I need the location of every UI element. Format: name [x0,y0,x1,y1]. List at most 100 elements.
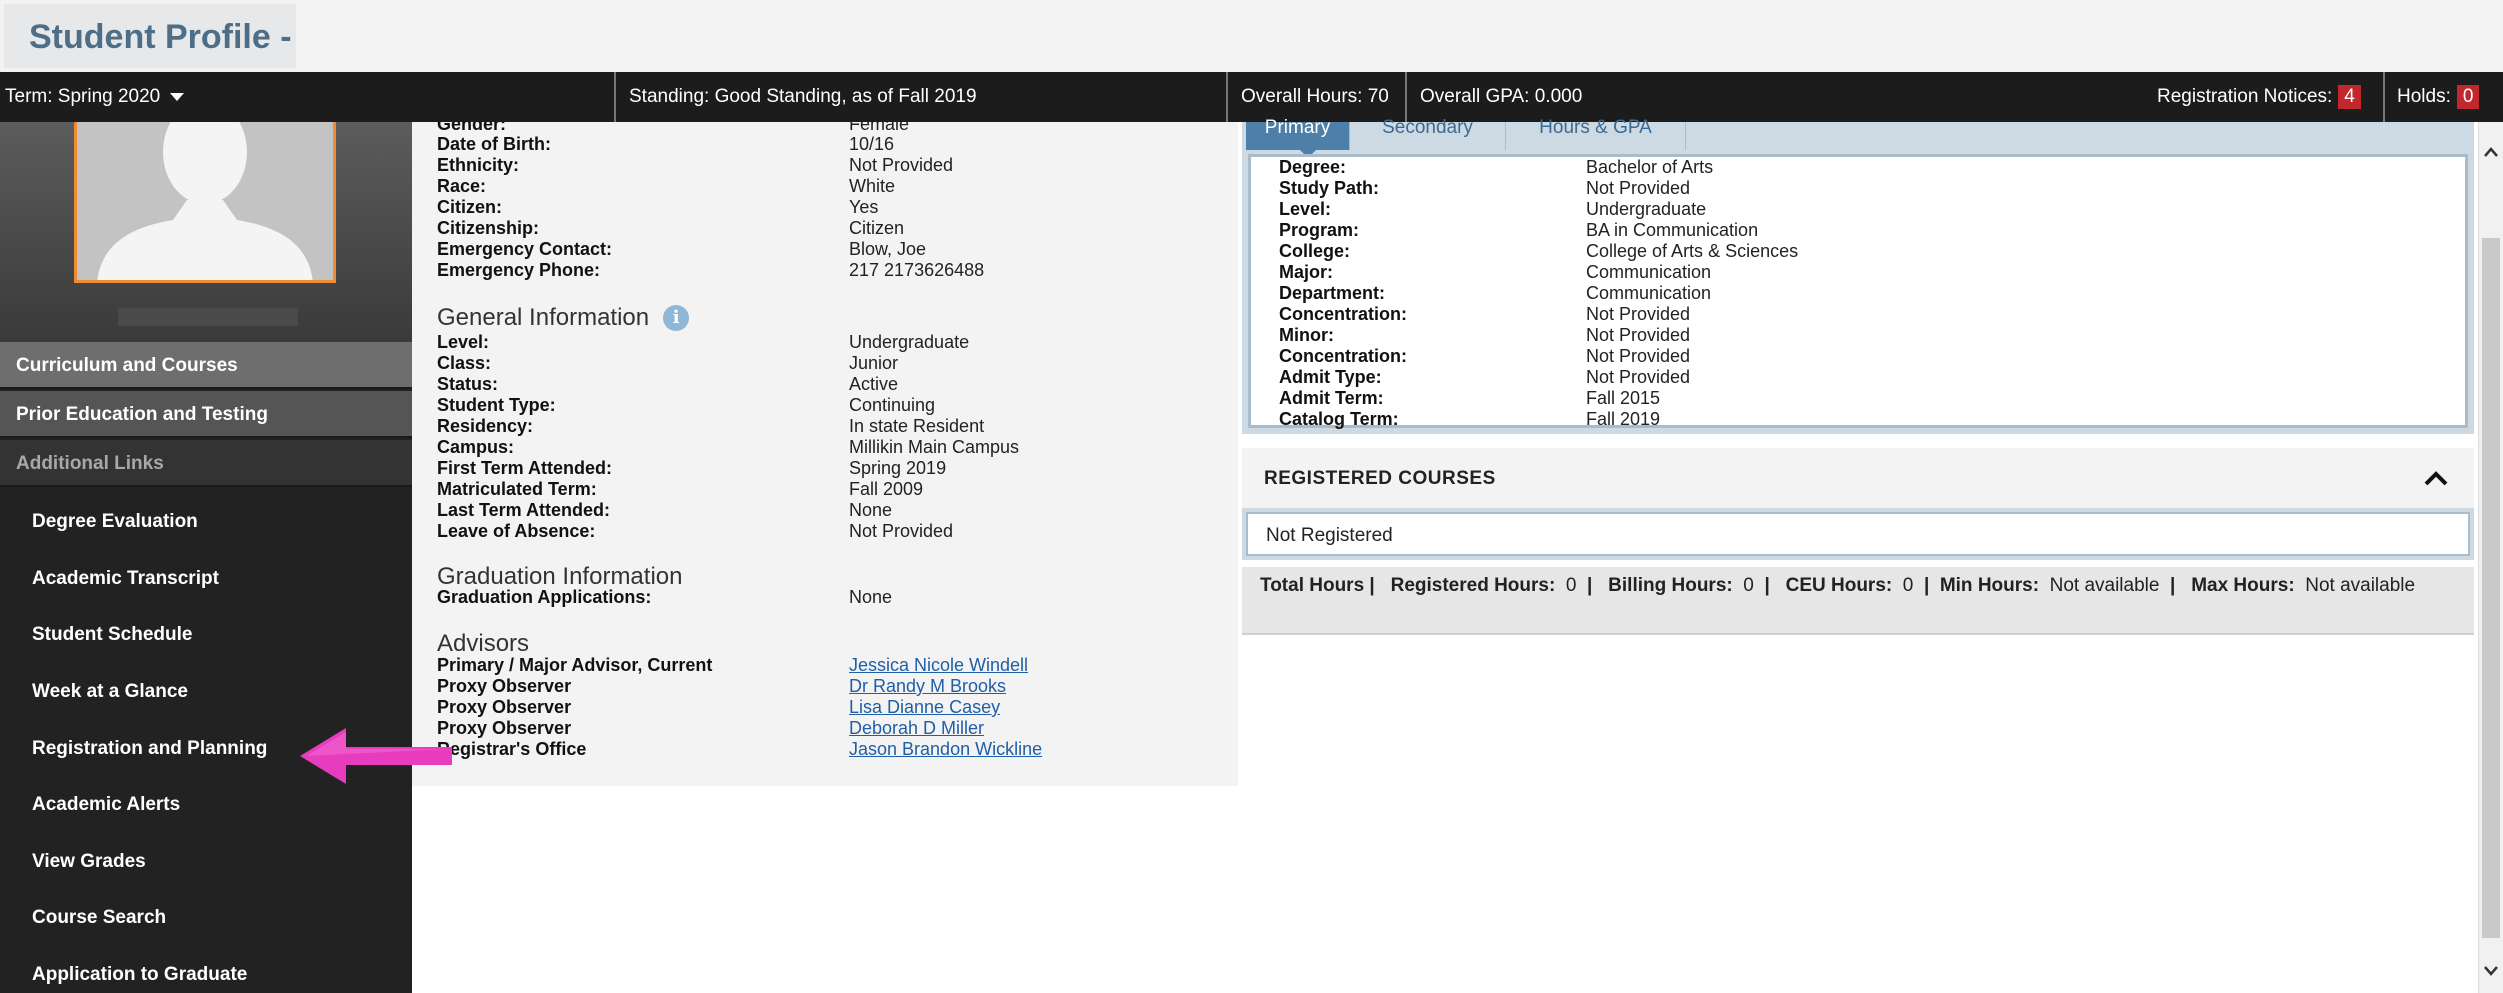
field-value: Not Provided [1586,178,1691,198]
registered-hours-value: 0 [1565,575,1577,596]
field-label: Admit Term: [1279,388,1384,408]
info-icon[interactable]: i [663,305,690,331]
curriculum-details: Degree: Bachelor of Arts Study Path: Not… [1248,154,2468,429]
title-bar: Student Profile - [0,0,2503,72]
scroll-down-icon[interactable] [2483,965,2499,977]
title-box: Student Profile - [4,4,296,68]
student-details-panel: Gender: Female Date of Birth: 10/16 Ethn… [412,122,1238,786]
field-label: Minor: [1279,325,1334,345]
registered-courses-header[interactable]: REGISTERED COURSES [1242,448,2474,508]
sidebar-link-registration-and-planning[interactable]: Registration and Planning [32,738,267,760]
field-value: 217 2173626488 [849,260,985,280]
chevron-up-icon[interactable] [2424,470,2448,486]
field-value: Fall 2019 [1586,409,1661,429]
field-label: Concentration: [1279,304,1407,324]
registration-notices-label: Registration Notices: [2157,86,2333,107]
scroll-up-icon[interactable] [2483,146,2499,158]
advisor-role: Proxy Observer [437,718,572,738]
sidebar-link-student-schedule[interactable]: Student Schedule [32,624,192,646]
field-value: Not Provided [849,521,954,541]
field-label: College: [1279,241,1351,261]
field-label: Admit Type: [1279,367,1382,387]
field-value: Spring 2019 [849,458,947,478]
sidebar-link-degree-evaluation[interactable]: Degree Evaluation [32,511,198,533]
holds-button[interactable]: Holds: 0 [2397,72,2480,122]
ceu-hours-value: 0 [1902,575,1914,596]
sidebar-link-week-at-a-glance[interactable]: Week at a Glance [32,681,188,703]
advisor-link[interactable]: Jason Brandon Wickline [849,739,1042,760]
status-bar: Term: Spring 2020 Standing: Good Standin… [0,72,2503,122]
scroll-thumb[interactable] [2482,238,2500,938]
field-label: Department: [1279,283,1386,303]
field-value: Bachelor of Arts [1586,157,1714,177]
field-label: First Term Attended: [437,458,613,478]
field-label: Program: [1279,220,1360,240]
term-selector[interactable]: Term: Spring 2020 [5,72,185,122]
tab-hours-gpa[interactable]: Hours & GPA [1506,118,1686,150]
field-label: Last Term Attended: [437,500,611,520]
field-value: Not Provided [1586,346,1691,366]
caret-down-icon [170,92,185,101]
field-label: Leave of Absence: [437,521,596,541]
avatar [74,122,336,283]
tab-secondary[interactable]: Secondary [1350,118,1506,150]
sidebar-section-additional-links[interactable]: Additional Links [0,440,412,487]
pipe: | [1587,575,1593,596]
advisor-link[interactable]: Dr Randy M Brooks [849,676,1006,697]
field-label: Level: [437,332,490,352]
holds-badge: 0 [2456,85,2480,109]
field-value: Fall 2015 [1586,388,1661,408]
field-value: Not Provided [849,155,954,175]
registered-courses-list: Not Registered [1246,512,2470,556]
field-value: Millikin Main Campus [849,437,1020,457]
advisor-link[interactable]: Deborah D Miller [849,718,984,739]
field-label: Emergency Contact: [437,239,613,259]
min-hours-value: Not available [2049,575,2160,596]
field-label: Graduation Applications: [437,587,652,607]
field-value: In state Resident [849,416,985,436]
field-label: Matriculated Term: [437,479,597,499]
field-value: Undergraduate [1586,199,1707,219]
field-label: Residency: [437,416,534,436]
divider [1405,72,1407,122]
field-label: Major: [1279,262,1333,282]
field-value: None [849,500,893,520]
field-value: BA in Communication [1586,220,1759,240]
general-information-heading: General Information i [437,304,690,332]
sidebar-link-course-search[interactable]: Course Search [32,907,166,929]
registration-notices-button[interactable]: Registration Notices: 4 [2157,72,2361,122]
field-value: Citizen [849,218,905,238]
advisor-link[interactable]: Lisa Dianne Casey [849,697,1000,718]
pipe: | [2170,575,2176,596]
pipe: | [1923,575,1930,596]
curriculum-panel: Primary Secondary Hours & GPA Degree: Ba… [1238,118,2478,993]
overall-gpa: Overall GPA: 0.000 [1420,86,1583,107]
field-value: None [849,587,893,607]
advisor-role: Proxy Observer [437,697,572,717]
sidebar-link-view-grades[interactable]: View Grades [32,851,146,873]
field-label: Emergency Phone: [437,260,601,280]
vertical-scrollbar[interactable] [2478,122,2503,993]
field-label: Date of Birth: [437,134,551,154]
sidebar-section-curriculum[interactable]: Curriculum and Courses [0,342,412,389]
sidebar: Curriculum and Courses Prior Education a… [0,122,412,993]
term-label: Term: Spring 2020 [5,86,161,107]
empty-message: Not Registered [1266,525,1393,546]
sidebar-link-application-to-graduate[interactable]: Application to Graduate [32,964,247,986]
profile-photo-area [0,122,412,342]
min-hours-label: Min Hours: [1939,575,2040,596]
field-value: White [849,176,896,196]
field-value: Not Provided [1586,367,1691,387]
field-value: 10/16 [849,134,895,154]
advisor-link[interactable]: Jessica Nicole Windell [849,655,1028,676]
section-heading-text: General Information [437,304,650,331]
sidebar-section-prior-education[interactable]: Prior Education and Testing [0,391,412,438]
field-value: Communication [1586,283,1712,303]
field-label: Concentration: [1279,346,1407,366]
sidebar-link-academic-alerts[interactable]: Academic Alerts [32,794,180,816]
field-value: College of Arts & Sciences [1586,241,1799,261]
overall-hours: Overall Hours: 70 [1241,86,1389,107]
field-label: Status: [437,374,499,394]
sidebar-link-academic-transcript[interactable]: Academic Transcript [32,568,219,590]
tab-primary[interactable]: Primary [1246,118,1350,150]
